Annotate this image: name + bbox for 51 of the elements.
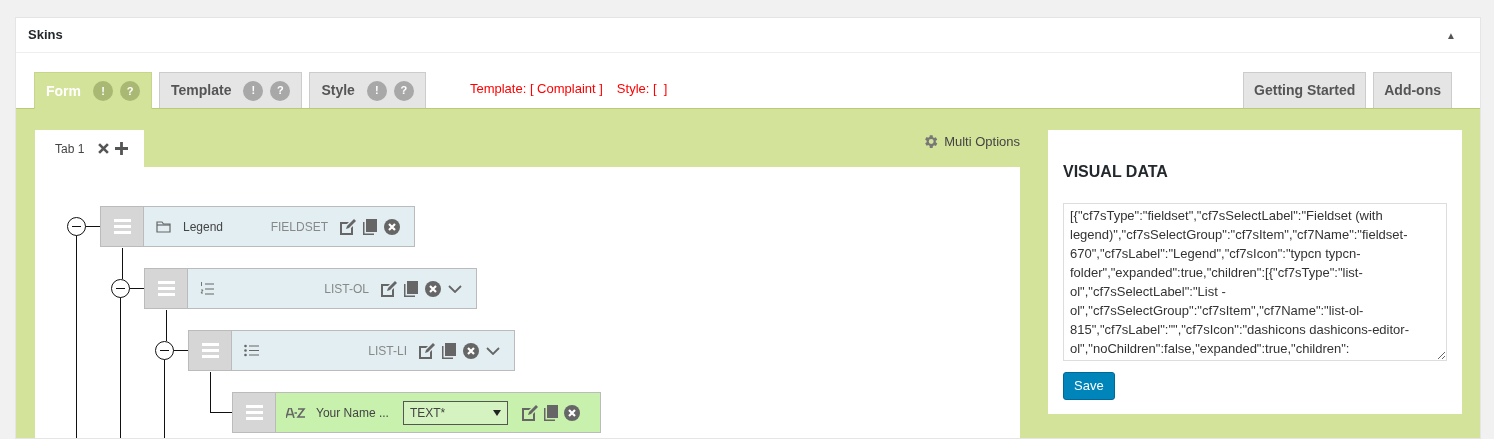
tab[interactable]: Getting Started [1243, 72, 1367, 108]
edit-icon[interactable] [419, 342, 435, 359]
chevron-down-icon[interactable] [486, 346, 500, 355]
connector-line [122, 248, 123, 279]
form-tab[interactable]: Tab 1 [35, 130, 145, 167]
style-status: Style: [ ] [616, 79, 668, 98]
caret-icon [492, 409, 501, 416]
a-z-icon [286, 407, 306, 418]
drag-handle[interactable] [145, 269, 188, 308]
edit-icon[interactable] [340, 218, 356, 235]
bullet-list-icon [244, 344, 259, 357]
drag-handle[interactable] [233, 393, 276, 432]
tab[interactable]: Add-ons [1373, 72, 1452, 108]
copy-icon[interactable] [363, 218, 377, 235]
edit-icon[interactable] [521, 404, 538, 421]
copy-icon[interactable] [442, 342, 456, 359]
drag-handle[interactable] [189, 331, 232, 370]
collapse-toggle[interactable] [155, 341, 174, 360]
edit-icon[interactable] [381, 280, 397, 297]
copy-icon[interactable] [543, 404, 558, 421]
multi-options-link[interactable]: Multi Options [944, 131, 1020, 151]
connector-line [173, 350, 188, 351]
field-type: LIST-OL [324, 280, 369, 298]
template-status: Template: [ Complaint ] [469, 79, 603, 98]
field-label: Legend [183, 218, 224, 236]
collapse-toggle[interactable]: ▲ [1446, 27, 1456, 43]
save-button[interactable]: Save [1063, 372, 1115, 400]
visual-data-textarea[interactable]: [{"cf7sType":"fieldset","cf7sSelectLabel":"Fieldset (with legend)","cf7sSelectGroup":"cf7sItem","cf7Name":"fieldset-670","cf7sLabel":"Legend","cf7sIcon":"typcn typcn-folder","expanded":true,"children":[{"cf7sType":"list-ol","cf7sSelectLabel":"List - ol","cf7sSelectGroup":"cf7sItem","cf7Name":"list-ol-815","cf7sLabel":"","cf7sIcon":"dashicons dashicons-editor-ol","noChildren":false,"expanded":true,"children": [1063, 203, 1447, 361]
drag-handle[interactable] [101, 207, 144, 246]
plus-icon[interactable] [115, 142, 129, 155]
remove-icon[interactable] [463, 342, 479, 359]
numbered-list-icon [200, 281, 215, 296]
copy-icon[interactable] [404, 280, 418, 297]
settings-icon[interactable] [922, 132, 940, 150]
collapse-toggle[interactable] [111, 279, 130, 298]
connector-line [166, 310, 167, 341]
card-title: VISUAL DATA [1063, 162, 1169, 182]
field-type: LIST-LI [368, 342, 407, 360]
remove-icon[interactable] [563, 404, 580, 421]
remove-icon[interactable] [425, 280, 441, 297]
field-label: Your Name ... [316, 404, 389, 422]
type-select[interactable]: TEXT* [402, 400, 508, 425]
panel-title: Skins [28, 26, 63, 45]
connector-line [85, 226, 100, 227]
field-type: FIELDSET [270, 218, 328, 236]
folder-icon [156, 220, 171, 233]
connector-line [129, 288, 144, 289]
remove-icon[interactable] [384, 218, 400, 235]
close-icon[interactable] [98, 143, 110, 154]
collapse-toggle[interactable] [67, 217, 86, 236]
chevron-down-icon[interactable] [448, 284, 462, 293]
